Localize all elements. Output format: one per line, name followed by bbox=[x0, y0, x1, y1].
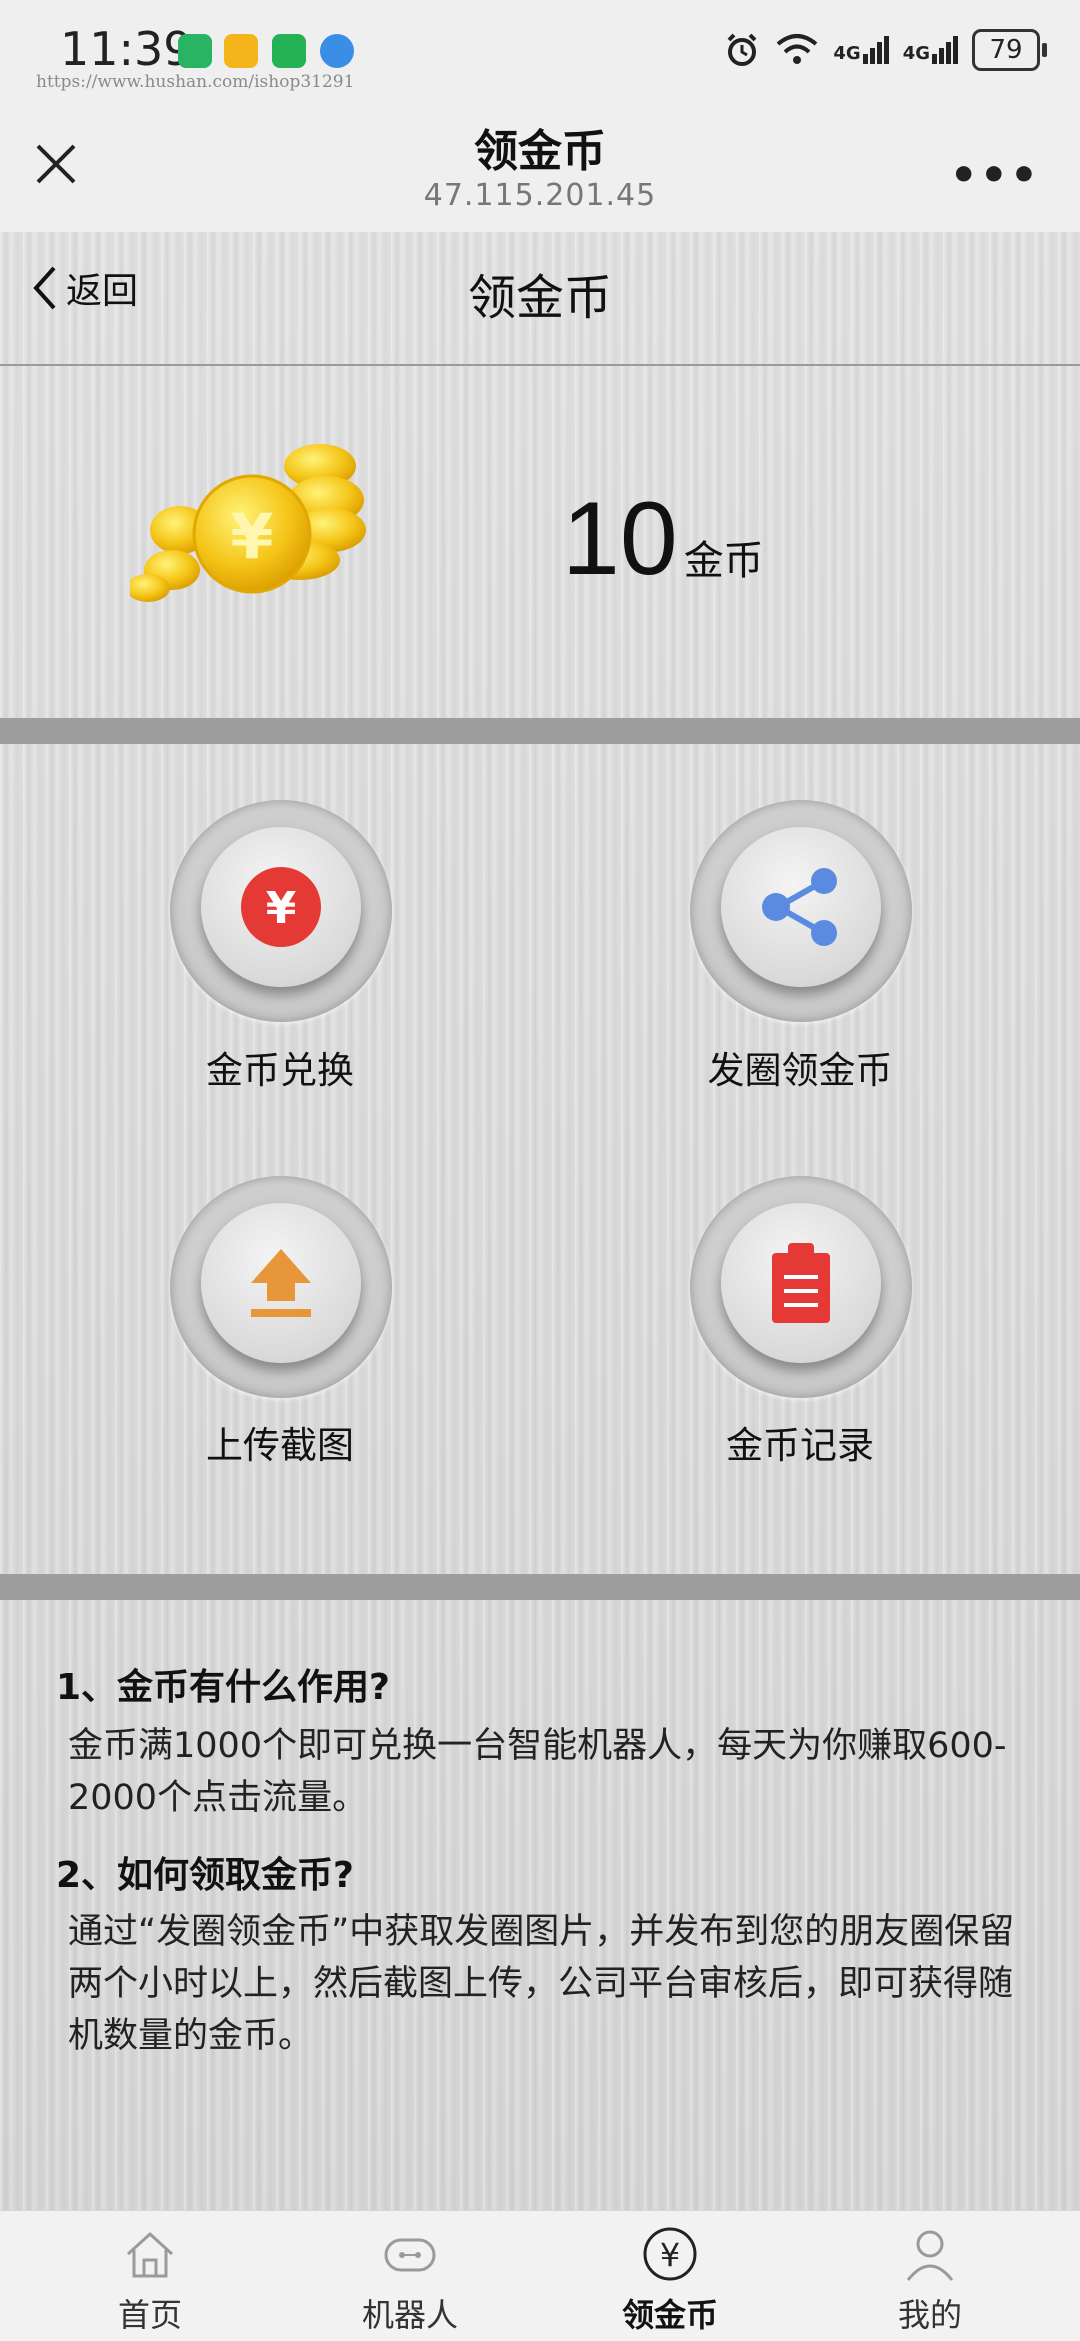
svg-text:¥: ¥ bbox=[230, 500, 273, 573]
share-moments-label: 发圈领金币 bbox=[707, 1049, 893, 1092]
coin-balance: 10 金币 bbox=[562, 480, 764, 599]
url-watermark: https://www.hushan.com/ishop31291 bbox=[36, 72, 355, 92]
webview-host: 47.115.201.45 bbox=[423, 178, 657, 213]
iqiyi-app-icon bbox=[272, 34, 306, 68]
wifi-icon bbox=[777, 34, 818, 64]
tab-home-label: 首页 bbox=[117, 2296, 182, 2334]
upload-icon bbox=[251, 1249, 311, 1317]
section-divider bbox=[0, 718, 1080, 744]
robot-icon bbox=[384, 2238, 436, 2272]
mail-app-icon bbox=[224, 34, 258, 68]
clipboard-icon bbox=[772, 1243, 830, 1323]
coin-records-button[interactable] bbox=[690, 1176, 912, 1398]
tab-home[interactable]: 首页 bbox=[50, 2210, 250, 2340]
tab-get-coins[interactable]: ¥ 领金币 bbox=[570, 2210, 770, 2340]
home-icon bbox=[126, 2231, 174, 2278]
system-indicators: 4G 4G 79 bbox=[723, 24, 1047, 76]
tab-robot[interactable]: 机器人 bbox=[310, 2210, 510, 2340]
page-title: 领金币 bbox=[467, 270, 612, 326]
yen-icon: ¥ bbox=[643, 2227, 697, 2281]
coin-amount: 10 bbox=[562, 481, 678, 597]
hourglass-app-icon bbox=[178, 34, 212, 68]
tab-robot-label: 机器人 bbox=[361, 2296, 458, 2334]
tab-profile-label: 我的 bbox=[897, 2296, 962, 2334]
faq-question: 1、金币有什么作用? bbox=[56, 1667, 390, 1708]
coin-records-label: 金币记录 bbox=[726, 1424, 874, 1467]
exchange-coins-label: 金币兑换 bbox=[206, 1049, 354, 1092]
svg-text:¥: ¥ bbox=[660, 2236, 680, 2274]
tab-profile[interactable]: 我的 bbox=[830, 2210, 1030, 2340]
faq-answer: 金币满1000个即可兑换一台智能机器人，每天为你赚取600-2000个点击流量。 bbox=[68, 1726, 1007, 1818]
share-moments-button[interactable] bbox=[690, 800, 912, 1022]
user-icon bbox=[906, 2230, 954, 2281]
battery-indicator: 79 bbox=[972, 29, 1047, 71]
alarm-icon bbox=[727, 33, 757, 66]
signal-1-icon: 4G bbox=[833, 36, 889, 64]
exchange-coins-button[interactable]: ¥ bbox=[170, 800, 392, 1022]
share-icon bbox=[762, 868, 837, 946]
browser-app-icon bbox=[320, 34, 354, 68]
more-menu-icon[interactable]: ••• bbox=[950, 150, 1040, 201]
status-time: 11:39 bbox=[60, 22, 193, 76]
webview-title: 领金币 bbox=[474, 126, 606, 177]
signal-2-icon: 4G bbox=[903, 36, 958, 64]
upload-screenshot-label: 上传截图 bbox=[206, 1424, 354, 1467]
faq-question: 2、如何领取金币? bbox=[56, 1855, 354, 1896]
tab-get-coins-label: 领金币 bbox=[621, 2296, 718, 2334]
yen-coin-icon: ¥ bbox=[241, 867, 321, 947]
section-divider bbox=[0, 1574, 1080, 1600]
upload-screenshot-button[interactable] bbox=[170, 1176, 392, 1398]
gold-coins-icon: ¥ bbox=[130, 444, 366, 602]
faq-answer: 通过“发圈领金币”中获取发圈图片，并发布到您的朋友圈保留两个小时以上，然后截图上… bbox=[68, 1912, 1015, 2056]
svg-text:¥: ¥ bbox=[266, 883, 297, 934]
coin-unit: 金币 bbox=[683, 538, 764, 584]
